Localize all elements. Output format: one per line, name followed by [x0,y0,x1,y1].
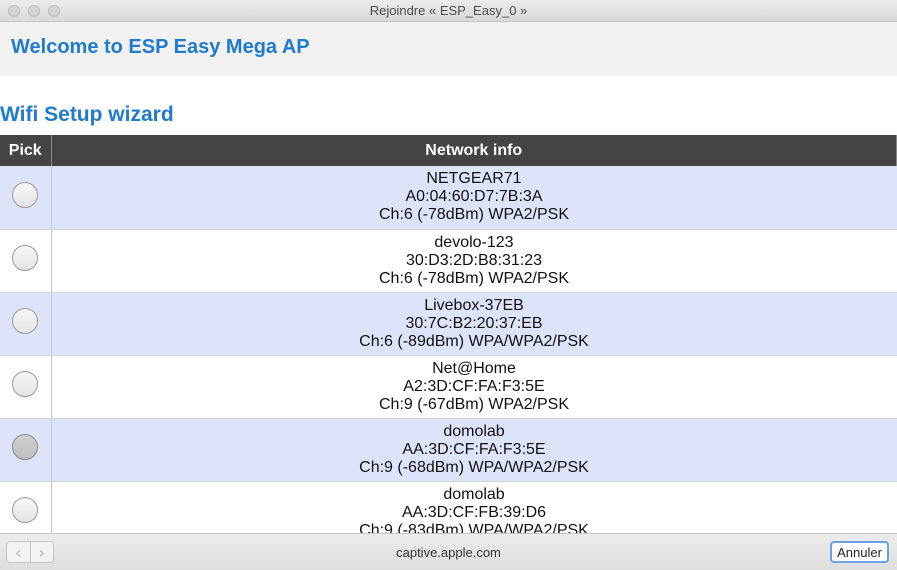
pick-cell [0,355,52,419]
section-title: Wifi Setup wizard [0,103,174,126]
network-radio[interactable] [12,497,39,523]
network-bssid: A2:3D:CF:FA:F3:5E [403,377,545,395]
pick-cell [0,166,52,230]
table-row[interactable]: domolab AA:3D:CF:FA:F3:5E Ch:9 (-68dBm) … [0,418,897,482]
network-bssid: AA:3D:CF:FB:39:D6 [401,503,547,521]
window-titlebar: Rejoindre « ESP_Easy_0 » [0,0,897,22]
page-title: Welcome to ESP Easy Mega AP [11,36,310,58]
network-info: devolo-123 30:D3:2D:B8:31:23 Ch:6 (-78dB… [51,229,897,293]
cancel-button[interactable]: Annuler [830,541,889,563]
pick-cell [0,292,52,356]
network-info: domolab AA:3D:CF:FB:39:D6 Ch:9 (-83dBm) … [51,481,897,533]
page-url: captive.apple.com [396,545,501,560]
column-header-pick: Pick [0,135,52,166]
network-ssid: Livebox-37EB [424,296,524,314]
network-ssid: NETGEAR71 [426,170,522,188]
header-band: Welcome to ESP Easy Mega AP [0,22,897,76]
network-details: Ch:9 (-83dBm) WPA/WPA2/PSK [359,521,589,534]
column-header-network-info: Network info [51,135,897,166]
network-info: Livebox-37EB 30:7C:B2:20:37:EB Ch:6 (-89… [51,292,897,356]
network-bssid: AA:3D:CF:FA:F3:5E [402,440,546,458]
table-row[interactable]: devolo-123 30:D3:2D:B8:31:23 Ch:6 (-78dB… [0,229,897,293]
network-info: domolab AA:3D:CF:FA:F3:5E Ch:9 (-68dBm) … [51,418,897,482]
table-row[interactable]: NETGEAR71 A0:04:60:D7:7B:3A Ch:6 (-78dBm… [0,166,897,230]
window-title: Rejoindre « ESP_Easy_0 » [369,3,528,18]
network-radio[interactable] [12,434,39,460]
network-radio[interactable] [12,181,39,208]
network-bssid: 30:D3:2D:B8:31:23 [405,251,543,269]
network-details: Ch:9 (-68dBm) WPA/WPA2/PSK [359,458,589,476]
network-radio[interactable] [12,371,39,397]
pick-cell [0,229,52,293]
network-details: Ch:6 (-78dBm) WPA2/PSK [379,269,569,287]
pick-cell [0,418,52,482]
network-radio[interactable] [12,308,39,334]
network-bssid: 30:7C:B2:20:37:EB [405,314,543,332]
network-info: Net@Home A2:3D:CF:FA:F3:5E Ch:9 (-67dBm)… [51,355,897,419]
table-row[interactable]: Net@Home A2:3D:CF:FA:F3:5E Ch:9 (-67dBm)… [0,355,897,419]
network-ssid: domolab [443,485,505,503]
network-ssid: devolo-123 [434,233,514,251]
captive-statusbar: ‹ › captive.apple.com Annuler [0,533,897,570]
network-details: Ch:9 (-67dBm) WPA2/PSK [379,395,569,413]
network-details: Ch:6 (-89dBm) WPA/WPA2/PSK [359,332,589,350]
network-bssid: A0:04:60:D7:7B:3A [405,188,543,206]
network-radio[interactable] [12,245,39,271]
network-ssid: Net@Home [432,359,516,377]
table-row[interactable]: Livebox-37EB 30:7C:B2:20:37:EB Ch:6 (-89… [0,292,897,356]
network-ssid: domolab [443,422,505,440]
web-content: Welcome to ESP Easy Mega AP Wifi Setup w… [0,22,897,533]
table-header-row: Pick Network info [0,135,897,166]
pick-cell [0,481,52,533]
table-row[interactable]: domolab AA:3D:CF:FB:39:D6 Ch:9 (-83dBm) … [0,481,897,533]
network-details: Ch:6 (-78dBm) WPA2/PSK [379,206,569,224]
network-table: Pick Network info NETGEAR71 A0:04:60:D7:… [0,135,897,533]
network-info: NETGEAR71 A0:04:60:D7:7B:3A Ch:6 (-78dBm… [51,166,897,230]
